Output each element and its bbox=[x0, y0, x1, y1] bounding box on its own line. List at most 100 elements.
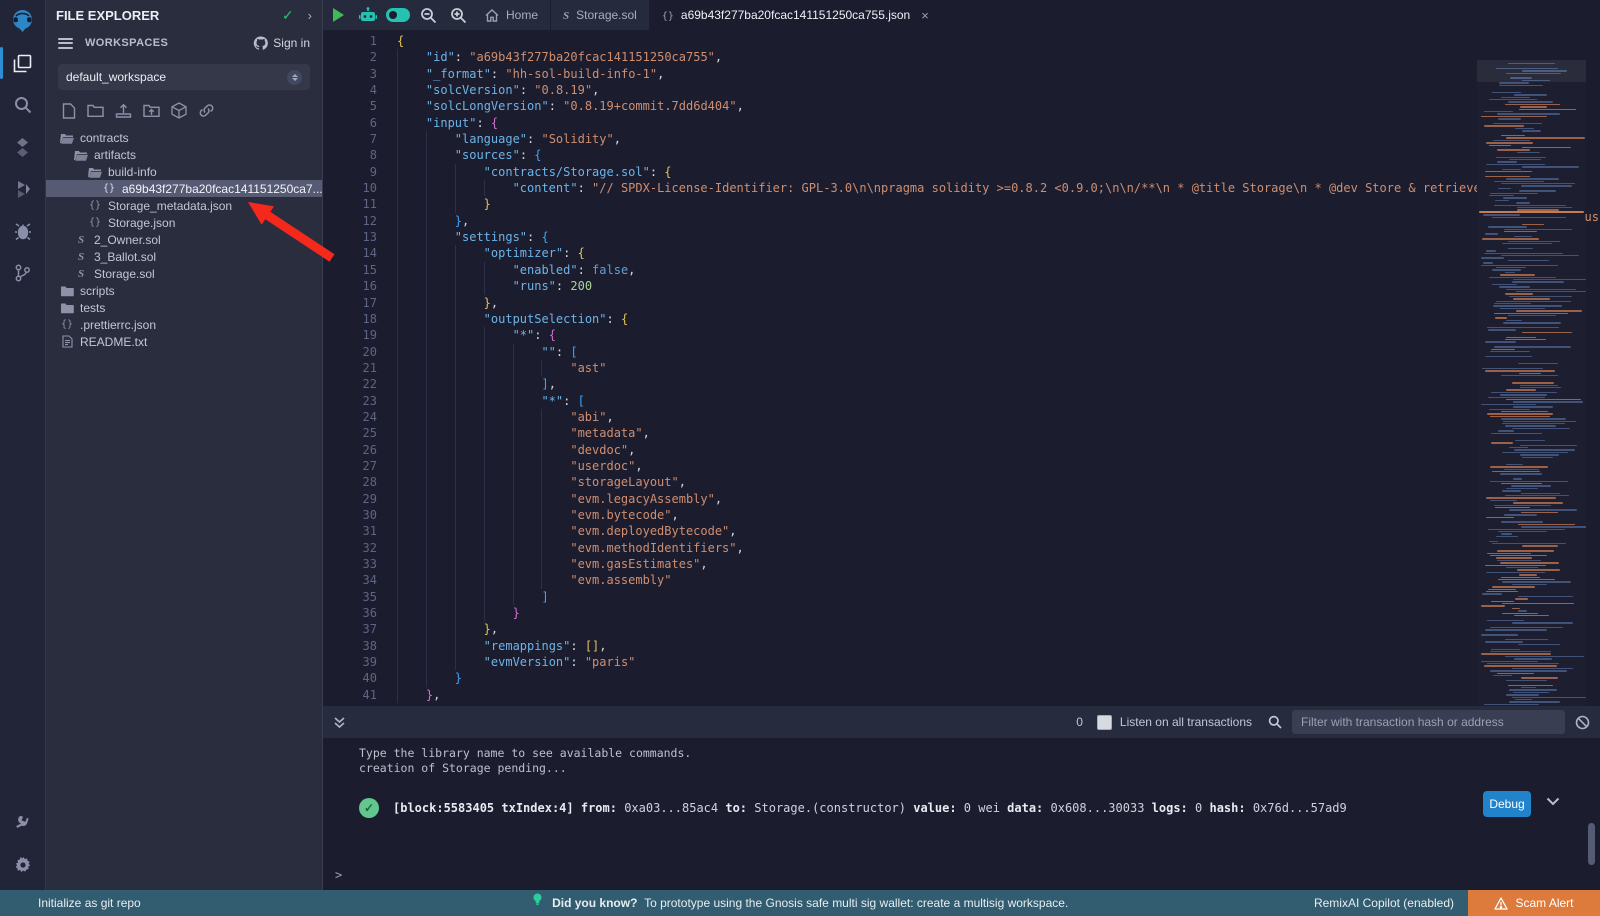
code-line: 34"evm.assembly" bbox=[323, 572, 1600, 588]
folder-icon bbox=[59, 285, 75, 297]
code-line: 4"solcVersion": "0.8.19", bbox=[323, 82, 1600, 98]
listen-all-label: Listen on all transactions bbox=[1120, 715, 1252, 729]
line-number: 20 bbox=[323, 344, 397, 360]
debug-button[interactable]: Debug bbox=[1483, 791, 1531, 817]
clear-console-icon[interactable] bbox=[1575, 715, 1590, 730]
tab-label: a69b43f277ba20fcac141151250ca755.json bbox=[681, 8, 910, 22]
line-number: 32 bbox=[323, 540, 397, 556]
tree-item-artifacts[interactable]: artifacts bbox=[46, 146, 322, 163]
git-branch-icon[interactable] bbox=[0, 252, 45, 294]
workspaces-menu-icon[interactable] bbox=[58, 35, 73, 51]
upload-file-icon[interactable] bbox=[115, 103, 132, 119]
line-number: 35 bbox=[323, 589, 397, 605]
terminal-log: Type the library name to see available c… bbox=[323, 738, 1600, 776]
tab-strip: HomeSStorage.sol{}a69b43f277ba20fcac1411… bbox=[473, 0, 942, 30]
code-line: 37}, bbox=[323, 621, 1600, 637]
tree-item-storage-json[interactable]: {}Storage.json bbox=[46, 214, 322, 231]
tree-item-scripts[interactable]: scripts bbox=[46, 282, 322, 299]
code-line: 9"contracts/Storage.sol": { bbox=[323, 164, 1600, 180]
tree-item-storage-sol[interactable]: SStorage.sol bbox=[46, 265, 322, 282]
minimap-viewport[interactable] bbox=[1477, 60, 1586, 82]
json-icon: {} bbox=[87, 200, 103, 211]
panel-chevron-right-icon[interactable]: › bbox=[308, 8, 312, 23]
code-view[interactable]: 1{2"id": "a69b43f277ba20fcac141151250ca7… bbox=[323, 30, 1600, 709]
line-number: 39 bbox=[323, 654, 397, 670]
tree-item-tests[interactable]: tests bbox=[46, 299, 322, 316]
terminal-prompt[interactable]: > bbox=[335, 868, 342, 882]
workspace-stepper-icon[interactable] bbox=[287, 70, 302, 85]
json-icon: {} bbox=[59, 319, 75, 330]
workspace-select[interactable]: default_workspace bbox=[58, 64, 310, 90]
line-number: 25 bbox=[323, 425, 397, 441]
file-explorer-icon[interactable] bbox=[0, 42, 45, 84]
tree-item-storage-metadata-json[interactable]: {}Storage_metadata.json bbox=[46, 197, 322, 214]
tree-item-2-owner-sol[interactable]: S2_Owner.sol bbox=[46, 231, 322, 248]
tab-home[interactable]: Home bbox=[473, 0, 551, 30]
tree-item-3-ballot-sol[interactable]: S3_Ballot.sol bbox=[46, 248, 322, 265]
code-line: 30"evm.bytecode", bbox=[323, 507, 1600, 523]
copilot-toggle[interactable] bbox=[383, 0, 413, 30]
line-number: 6 bbox=[323, 115, 397, 131]
transaction-filter-input[interactable] bbox=[1292, 710, 1565, 734]
solidity-compiler-icon[interactable] bbox=[0, 126, 45, 168]
code-line: 1{ bbox=[323, 33, 1600, 49]
tab-a69b43f277ba20fcac141151250ca755-json[interactable]: {}a69b43f277ba20fcac141151250ca755.json× bbox=[650, 0, 942, 30]
deploy-run-icon[interactable] bbox=[0, 168, 45, 210]
tree-item-a69b43f277ba20fcac141151250ca7-[interactable]: {}a69b43f277ba20fcac141151250ca7... bbox=[46, 180, 322, 197]
scam-alert-badge[interactable]: Scam Alert bbox=[1468, 890, 1600, 916]
tx-expand-chevron-icon[interactable] bbox=[1546, 797, 1560, 806]
ipfs-box-icon[interactable] bbox=[171, 102, 187, 119]
folder-icon bbox=[59, 302, 75, 314]
code-line: 22], bbox=[323, 376, 1600, 392]
status-bar: Initialize as git repo Did you know? To … bbox=[0, 890, 1600, 916]
link-icon[interactable] bbox=[198, 103, 215, 118]
tree-item-label: scripts bbox=[80, 284, 115, 298]
zoom-out-icon[interactable] bbox=[413, 0, 443, 30]
code-line: 8"sources": { bbox=[323, 147, 1600, 163]
code-line: 13"settings": { bbox=[323, 229, 1600, 245]
remix-logo[interactable] bbox=[0, 0, 45, 42]
workspace-name: default_workspace bbox=[66, 70, 287, 84]
new-file-icon[interactable] bbox=[62, 103, 76, 119]
transaction-row[interactable]: ✓ [block:5583405 txIndex:4] from: 0xa03.… bbox=[359, 798, 1600, 818]
line-number: 41 bbox=[323, 687, 397, 703]
tree-item-build-info[interactable]: build-info bbox=[46, 163, 322, 180]
tree-item-label: tests bbox=[80, 301, 105, 315]
new-folder-icon[interactable] bbox=[87, 103, 104, 118]
line-number: 17 bbox=[323, 295, 397, 311]
run-script-button[interactable] bbox=[323, 0, 353, 30]
ai-copilot-robot-icon[interactable] bbox=[353, 0, 383, 30]
code-line: 3"_format": "hh-sol-build-info-1", bbox=[323, 66, 1600, 82]
line-number: 40 bbox=[323, 670, 397, 686]
upload-folder-icon[interactable] bbox=[143, 103, 160, 118]
code-line: 5"solcLongVersion": "0.8.19+commit.7dd6d… bbox=[323, 98, 1600, 114]
line-number: 10 bbox=[323, 180, 397, 196]
tree-item--prettierrc-json[interactable]: {}.prettierrc.json bbox=[46, 316, 322, 333]
listen-all-checkbox[interactable] bbox=[1097, 715, 1112, 730]
tab-storage-sol[interactable]: SStorage.sol bbox=[551, 0, 650, 30]
tip-label: Did you know? bbox=[552, 896, 637, 910]
editor-topbar: HomeSStorage.sol{}a69b43f277ba20fcac1411… bbox=[323, 0, 1600, 30]
search-icon[interactable] bbox=[0, 84, 45, 126]
tree-item-label: README.txt bbox=[80, 335, 147, 349]
expand-terminal-icon[interactable] bbox=[333, 716, 346, 729]
signin-label: Sign in bbox=[273, 36, 310, 50]
minimap[interactable]: us bbox=[1477, 60, 1600, 709]
tree-item-contracts[interactable]: contracts bbox=[46, 129, 322, 146]
code-line: 27"userdoc", bbox=[323, 458, 1600, 474]
terminal-toolbar: 0 Listen on all transactions bbox=[323, 706, 1600, 738]
code-line: 6"input": { bbox=[323, 115, 1600, 131]
debugger-bug-icon[interactable] bbox=[0, 210, 45, 252]
tree-item-label: build-info bbox=[108, 165, 157, 179]
line-number: 28 bbox=[323, 474, 397, 490]
line-number: 23 bbox=[323, 393, 397, 409]
editor-area: HomeSStorage.sol{}a69b43f277ba20fcac1411… bbox=[323, 0, 1600, 706]
close-tab-icon[interactable]: × bbox=[921, 8, 929, 23]
zoom-in-icon[interactable] bbox=[443, 0, 473, 30]
plugin-manager-icon[interactable] bbox=[0, 802, 45, 844]
github-signin-button[interactable]: Sign in bbox=[253, 36, 310, 50]
terminal-scrollbar[interactable] bbox=[1588, 823, 1595, 865]
tree-item-readme-txt[interactable]: README.txt bbox=[46, 333, 322, 350]
settings-gear-icon[interactable] bbox=[0, 844, 45, 886]
remixai-status[interactable]: RemixAI Copilot (enabled) bbox=[1314, 890, 1454, 916]
